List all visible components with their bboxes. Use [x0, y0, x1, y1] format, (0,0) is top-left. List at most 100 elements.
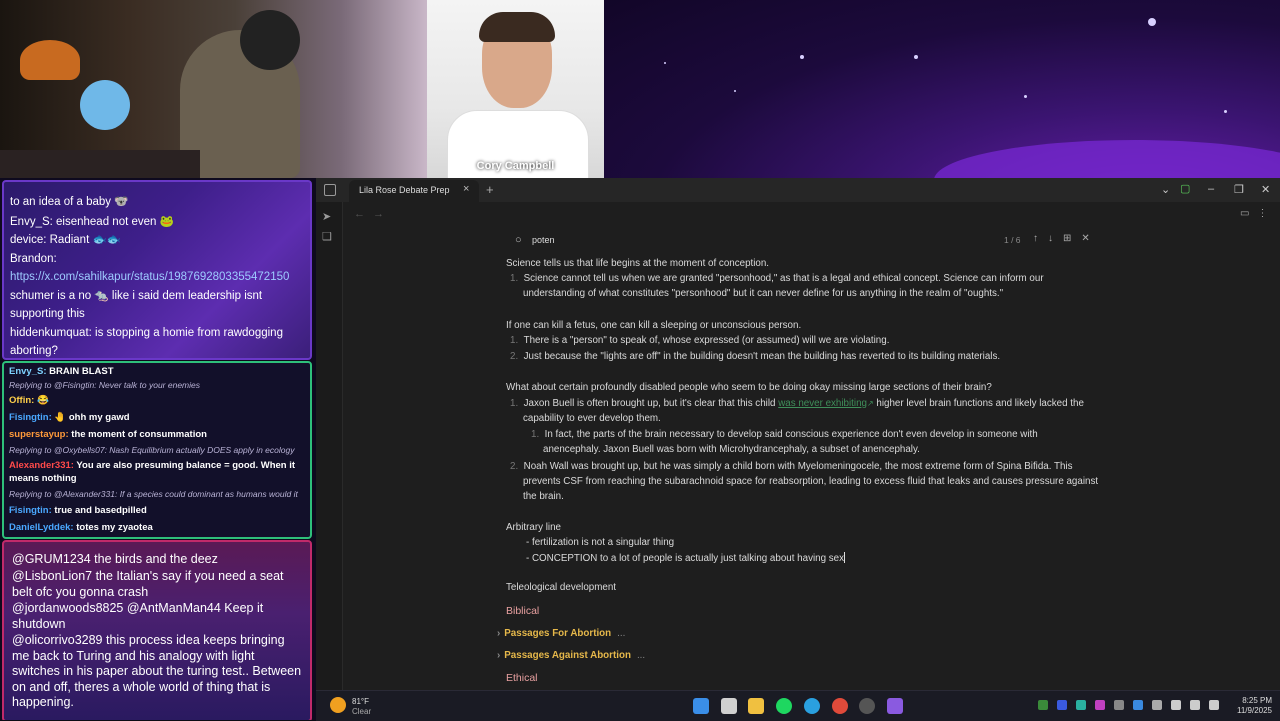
- more-options-icon[interactable]: ⋮: [1257, 208, 1275, 219]
- start-icon[interactable]: [693, 698, 709, 714]
- chat-message: device: Radiant 🐟🐟: [10, 234, 122, 246]
- nav-arrows: ←→: [354, 208, 392, 220]
- chat-message: aborting?: [10, 345, 58, 357]
- find-bar: ○ poten 1 / 6 ↑↓⊞✕: [505, 231, 1115, 251]
- chevron-right-icon[interactable]: ›: [497, 650, 500, 661]
- pages-icon[interactable]: ❑: [322, 230, 332, 243]
- chat-reply: Replying to @Oxybells07: Nash Equilibriu…: [9, 445, 295, 455]
- obs-icon[interactable]: [859, 698, 875, 714]
- tray-icon[interactable]: [1095, 700, 1105, 710]
- folded-heading[interactable]: › Passages Against Abortion...: [497, 650, 645, 661]
- clock-date: 11/9/2025: [1237, 706, 1272, 715]
- volume-icon[interactable]: [1190, 700, 1200, 710]
- ribbon: ➤ ❑: [316, 202, 343, 690]
- chat-message: Alexander331: You are also presuming bal…: [9, 460, 296, 484]
- list-item: 1. There is a "person" to speak of, whos…: [510, 335, 890, 346]
- chevron-right-icon[interactable]: ›: [497, 628, 500, 639]
- sidebar-toggle-icon[interactable]: [324, 184, 336, 196]
- layout-icon[interactable]: ▢: [1180, 182, 1190, 195]
- folded-heading[interactable]: › Passages For Abortion...: [497, 628, 625, 639]
- notes-app-window: Lila Rose Debate Prep × + ⌄ ▢ – ❐ ✕ ➤ ❑ …: [316, 178, 1280, 690]
- sun-icon: [330, 697, 346, 713]
- previous-match-icon[interactable]: ↑: [1033, 233, 1048, 244]
- maximize-icon[interactable]: ❐: [1234, 183, 1244, 196]
- tray-icon[interactable]: [1038, 700, 1048, 710]
- back-arrow-icon[interactable]: ←: [354, 208, 373, 220]
- edge-icon[interactable]: [804, 698, 820, 714]
- tab-label: Lila Rose Debate Prep: [359, 185, 450, 195]
- send-icon[interactable]: ➤: [322, 210, 331, 223]
- star: [664, 62, 666, 64]
- close-window-icon[interactable]: ✕: [1261, 183, 1270, 196]
- star: [734, 90, 736, 92]
- network-icon[interactable]: [1171, 700, 1181, 710]
- note-content[interactable]: Science tells us that life begins at the…: [497, 258, 1116, 688]
- guest-name-caption: Cory Campbell: [476, 160, 555, 172]
- list-item-continued: the brain.: [523, 491, 564, 502]
- spotify-icon[interactable]: [776, 698, 792, 714]
- tray-icon[interactable]: [1076, 700, 1086, 710]
- taskbar: 81°F Clear 8:25 PM 11/9/2025: [316, 690, 1280, 721]
- paragraph: Arbitrary line: [506, 522, 561, 533]
- chat-message: supporting this: [10, 308, 85, 320]
- toy-figure: [80, 80, 130, 130]
- view-options: ▭⋮: [1240, 208, 1275, 219]
- tray-icon[interactable]: [1133, 700, 1143, 710]
- next-match-icon[interactable]: ↓: [1048, 233, 1063, 244]
- chevron-down-icon[interactable]: ⌄: [1161, 183, 1170, 196]
- chat-link[interactable]: https://x.com/sahilkapur/status/19876928…: [10, 269, 304, 286]
- star: [800, 55, 804, 59]
- chevron-up-icon[interactable]: [1152, 700, 1162, 710]
- chat-message: schumer is a no 🐀 like i said dem leader…: [10, 290, 263, 302]
- chat-message: @jordanwoods8825 @AntManMan44 Keep it sh…: [12, 601, 264, 631]
- task-view-icon[interactable]: [721, 698, 737, 714]
- search-input[interactable]: poten: [532, 235, 555, 245]
- system-clock[interactable]: 8:25 PM 11/9/2025: [1226, 696, 1272, 716]
- guest-hair: [479, 12, 555, 42]
- heading-ethical: Ethical: [506, 672, 538, 684]
- chat-reply: Replying to @Fisingtin: Never talk to yo…: [9, 380, 200, 390]
- star: [1024, 95, 1027, 98]
- battery-icon[interactable]: [1209, 700, 1219, 710]
- paragraph: If one can kill a fetus, one can kill a …: [506, 320, 802, 331]
- tray-icon[interactable]: [1057, 700, 1067, 710]
- star: [1148, 18, 1156, 26]
- keyboard: [0, 150, 200, 178]
- star: [914, 55, 918, 59]
- tray-icon[interactable]: [1114, 700, 1124, 710]
- chat-message: Envy_S: eisenhead not even 🐸: [10, 216, 174, 228]
- chrome-icon[interactable]: [832, 698, 848, 714]
- streamer-webcam: [0, 0, 427, 178]
- heading-biblical: Biblical: [506, 605, 540, 617]
- weather-widget[interactable]: 81°F Clear: [330, 695, 390, 717]
- obsidian-icon[interactable]: [887, 698, 903, 714]
- chat-overlay: to an idea of a baby 🐨 Envy_S: eisenhead…: [0, 178, 316, 720]
- list-item: 1. Science cannot tell us when we are gr…: [510, 273, 1044, 284]
- clock-time: 8:25 PM: [1242, 696, 1272, 705]
- weather-condition: Clear: [352, 707, 372, 716]
- star: [1224, 110, 1227, 113]
- list-item: 2. Just because the "lights are off" in …: [510, 351, 1001, 362]
- text-cursor: [844, 552, 846, 563]
- file-explorer-icon[interactable]: [748, 698, 764, 714]
- minimize-icon[interactable]: –: [1208, 183, 1214, 195]
- match-count: 1 / 6: [1004, 235, 1021, 245]
- tab-lila-rose-debate-prep[interactable]: Lila Rose Debate Prep ×: [349, 180, 479, 202]
- list-item-continued: understanding of what constitutes "perso…: [523, 288, 1004, 299]
- headphones: [240, 10, 300, 70]
- close-tab-icon[interactable]: ×: [463, 183, 469, 195]
- reading-view-icon[interactable]: ▭: [1240, 208, 1257, 219]
- external-link-icon: ↗: [866, 399, 874, 408]
- close-search-icon[interactable]: ✕: [1081, 233, 1099, 244]
- chat-panel-top: to an idea of a baby 🐨 Envy_S: eisenhead…: [2, 180, 312, 360]
- chat-message: @olicorrivo3289 this process idea keeps …: [12, 633, 302, 709]
- list-item: 2. Noah Wall was brought up, but he was …: [510, 461, 1073, 472]
- new-tab-icon[interactable]: +: [486, 182, 494, 197]
- title-bar: Lila Rose Debate Prep × + ⌄ ▢ – ❐ ✕: [316, 178, 1280, 202]
- forward-arrow-icon[interactable]: →: [373, 208, 392, 220]
- guest-webcam: Cory Campbell: [427, 0, 604, 178]
- external-link[interactable]: was never exhibiting: [778, 398, 867, 409]
- select-all-icon[interactable]: ⊞: [1063, 233, 1081, 244]
- search-icon: ○: [515, 234, 522, 246]
- list-item-continued: capability to ever develop them.: [523, 413, 661, 424]
